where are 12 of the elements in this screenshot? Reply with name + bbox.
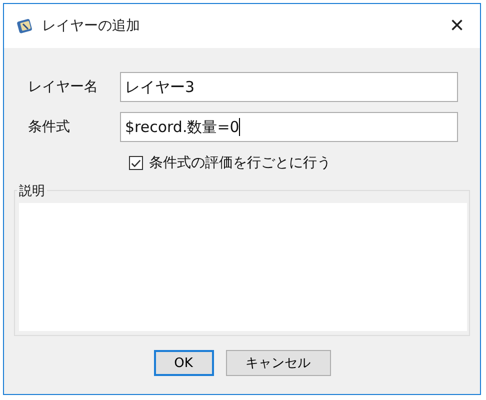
- group-label: 説明: [17, 182, 47, 200]
- text-cursor: [239, 118, 240, 136]
- window-title: レイヤーの追加: [42, 17, 140, 35]
- close-button[interactable]: ×: [434, 4, 480, 48]
- field-label: 条件式: [27, 118, 71, 136]
- input-field[interactable]: $record.数量=0: [120, 112, 458, 142]
- cancel-button[interactable]: キャンセル: [226, 350, 330, 376]
- checkbox-label: 条件式の評価を行ごとに行う: [149, 154, 331, 172]
- field-label: レイヤー名: [27, 78, 99, 96]
- checkbox[interactable]: [129, 156, 143, 170]
- input-field[interactable]: レイヤー3: [120, 72, 458, 102]
- ok-button[interactable]: OK: [154, 350, 214, 376]
